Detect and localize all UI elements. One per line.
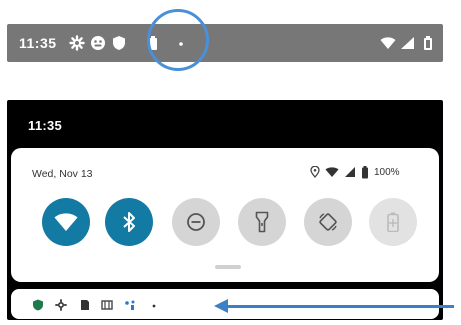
signal-icon [400,35,416,51]
wifi-icon [325,166,339,178]
tile-do-not-disturb[interactable] [172,198,220,246]
gear-icon [69,35,85,51]
tile-battery-saver[interactable] [369,198,417,246]
battery-percentage: 100% [374,166,400,178]
cast-icon [101,299,113,311]
quick-settings-status-icons: 100% [310,164,400,180]
do-not-disturb-icon [187,213,205,231]
shade-drag-handle[interactable] [215,265,241,269]
annotation-arrow [222,305,454,308]
battery-icon [361,165,369,179]
annotation-arrow-head [214,299,228,313]
wifi-icon [380,35,396,51]
shade-time: 11:35 [28,118,63,133]
flashlight-icon [255,211,269,233]
wifi-icon [54,213,78,231]
battery-saver-icon [387,212,399,232]
sim-icon [79,299,91,311]
annotation-highlight-circle [147,9,209,71]
gear-icon [55,299,67,311]
tile-flashlight[interactable] [238,198,286,246]
shield-icon [111,35,127,51]
bluetooth-icon [123,212,135,232]
location-icon [310,166,320,178]
network-icon [124,299,136,311]
status-bar-time: 11:35 [19,35,57,51]
face-icon [90,35,106,51]
battery-icon [420,35,436,51]
quick-settings-date[interactable]: Wed, Nov 13 [32,168,93,180]
tile-auto-rotate[interactable] [304,198,352,246]
shield-icon [32,299,44,311]
tile-wifi[interactable] [42,198,90,246]
auto-rotate-icon [319,213,337,231]
signal-icon [344,166,356,178]
dot-icon [148,299,160,311]
status-bar[interactable]: 11:35 [7,24,443,62]
tile-bluetooth[interactable] [105,198,153,246]
